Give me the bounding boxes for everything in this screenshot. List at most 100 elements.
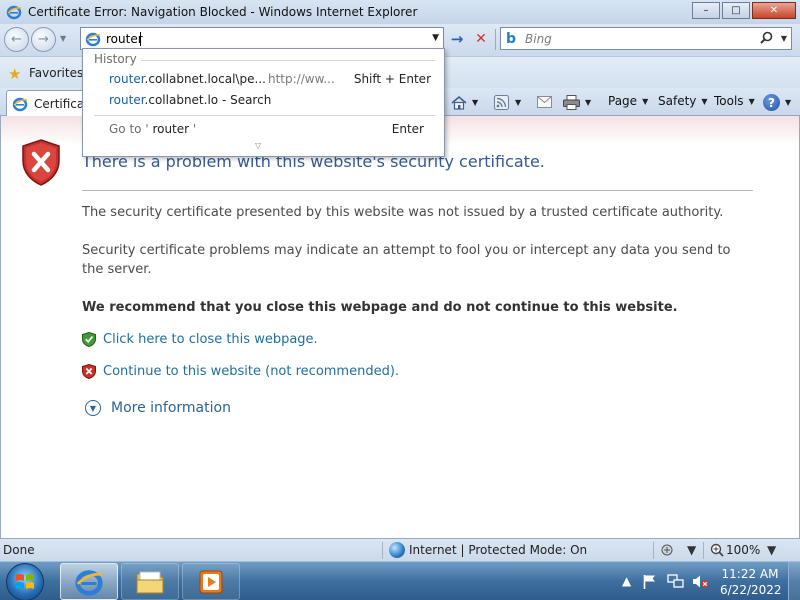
rss-feed-icon (493, 94, 510, 110)
chevron-down-circle-icon: ▼ (85, 400, 101, 416)
page-menu[interactable]: Page ▼ (608, 94, 648, 108)
go-to-suggestion[interactable]: Go to ' router ' (109, 122, 196, 136)
feeds-button[interactable]: ▼ (493, 94, 521, 110)
close-button[interactable]: ✕ (752, 2, 796, 19)
search-box[interactable]: b ▼ (500, 27, 792, 50)
ie-logo-icon (6, 5, 22, 20)
action-center-flag-icon[interactable] (643, 574, 656, 592)
windows-logo-icon (16, 574, 34, 589)
home-dropdown-arrow[interactable]: ▼ (472, 98, 478, 107)
go-to-shortcut: Enter (391, 122, 424, 136)
stop-button[interactable]: ✕ (471, 29, 491, 49)
volume-muted-icon[interactable] (692, 574, 710, 592)
maximize-button[interactable]: □ (722, 2, 750, 19)
network-icon[interactable] (667, 574, 685, 592)
start-button[interactable] (6, 563, 44, 600)
go-to-query: router (148, 122, 193, 136)
taskbar-internet-explorer[interactable] (60, 563, 118, 600)
history-item-url: http://ww... (268, 72, 335, 86)
nav-separator (495, 29, 496, 50)
back-button[interactable]: ← (4, 27, 29, 52)
expand-autocomplete-icon[interactable]: ▽ (255, 141, 261, 150)
close-webpage-link[interactable]: Click here to close this webpage. (103, 332, 318, 347)
globe-icon (389, 542, 405, 558)
search-icon[interactable] (760, 31, 773, 48)
pop-up-settings-icon[interactable] (661, 543, 679, 560)
close-webpage-row: Click here to close this webpage. (82, 332, 318, 347)
more-information-label: More information (111, 400, 231, 416)
status-separator (653, 542, 654, 559)
mail-icon (536, 94, 553, 110)
help-menu[interactable]: ? ▼ (763, 94, 791, 111)
status-bar: Done Internet | Protected Mode: On ▼ 100… (0, 538, 800, 561)
autocomplete-search-item[interactable]: router.collabnet.lo - Search (109, 93, 271, 107)
autocomplete-history-item[interactable]: router.collabnet.local\pe... (109, 72, 266, 86)
window-controls: – □ ✕ (692, 2, 796, 19)
title-bar[interactable]: Certificate Error: Navigation Blocked - … (0, 0, 800, 24)
feeds-dropdown-arrow[interactable]: ▼ (515, 98, 521, 107)
help-dropdown-arrow: ▼ (785, 98, 792, 107)
security-zone-text[interactable]: Internet | Protected Mode: On (409, 543, 587, 557)
go-button[interactable]: → (447, 29, 467, 49)
item-remainder: .collabnet.local\pe... (144, 72, 266, 86)
bing-icon: b (506, 31, 517, 47)
tools-menu[interactable]: Tools ▼ (714, 94, 755, 108)
print-button[interactable]: ▼ (563, 94, 591, 110)
tab-label: Certificate Error: Navigation Blocked (34, 96, 85, 111)
ie-tab-icon (12, 97, 28, 111)
page-dropdown-arrow: ▼ (642, 96, 649, 106)
red-shield-error-icon (22, 139, 60, 186)
printer-icon (563, 94, 580, 110)
help-icon: ? (763, 94, 780, 111)
system-clock[interactable]: 11:22 AM 6/22/2022 (720, 566, 782, 598)
home-button[interactable]: ▼ (450, 94, 478, 110)
history-heading: History (94, 52, 137, 66)
folder-icon (136, 571, 164, 593)
status-separator (382, 542, 383, 559)
page-content: There is a problem with this website's s… (0, 116, 800, 538)
search-input[interactable] (525, 30, 745, 47)
address-bar[interactable]: ▼ (80, 27, 444, 50)
favorites-star-icon[interactable]: ★ (8, 65, 21, 83)
show-desktop-button[interactable] (788, 562, 800, 600)
safety-dropdown-arrow: ▼ (701, 96, 708, 106)
taskbar-windows-explorer[interactable] (121, 563, 179, 600)
popup-dropdown-arrow[interactable]: ▼ (687, 543, 696, 557)
address-autocomplete-dropdown: History router.collabnet.local\pe... htt… (82, 48, 445, 157)
ie-taskbar-icon (75, 569, 103, 596)
tools-menu-label: Tools (714, 94, 744, 108)
favorites-button[interactable]: Favorites (29, 66, 83, 80)
match-highlight: router (109, 93, 145, 107)
minimize-button[interactable]: – (692, 2, 720, 19)
safety-menu[interactable]: Safety ▼ (658, 94, 708, 108)
status-separator (703, 542, 704, 559)
search-options-dropdown[interactable]: ▼ (781, 34, 787, 43)
recent-pages-dropdown[interactable]: ▼ (60, 34, 66, 43)
history-item-shortcut: Shift + Enter (353, 72, 431, 86)
go-to-prefix: Go to ' (109, 122, 149, 136)
clock-time: 11:22 AM (721, 567, 779, 581)
more-information-toggle[interactable]: ▼ More information (85, 400, 231, 416)
address-input[interactable] (106, 30, 416, 47)
continue-to-website-link[interactable]: Continue to this website (not recommende… (103, 364, 399, 379)
green-shield-check-icon (82, 332, 96, 347)
match-highlight: router (109, 72, 145, 86)
zoom-level[interactable]: 100% (726, 543, 760, 557)
print-dropdown-arrow[interactable]: ▼ (585, 98, 591, 107)
window-title: Certificate Error: Navigation Blocked - … (28, 5, 418, 19)
autocomplete-divider (94, 115, 435, 116)
ie-page-icon (85, 32, 101, 47)
tab-certificate-error[interactable]: Certificate Error: Navigation Blocked (6, 90, 86, 116)
text-caret (140, 32, 141, 46)
taskbar-media-player[interactable] (182, 563, 240, 600)
zoom-dropdown-arrow[interactable]: ▼ (767, 543, 776, 557)
red-shield-x-icon (82, 364, 96, 379)
address-dropdown-arrow[interactable]: ▼ (432, 33, 439, 43)
show-hidden-icons-button[interactable]: ▲ (622, 574, 631, 588)
zoom-icon[interactable] (710, 543, 724, 560)
title-divider (82, 190, 753, 191)
windows-taskbar: ▲ 11:22 AM 6/22/2022 (0, 561, 800, 600)
read-mail-button[interactable] (536, 94, 553, 110)
forward-button[interactable]: → (31, 27, 56, 52)
status-text: Done (3, 543, 35, 557)
